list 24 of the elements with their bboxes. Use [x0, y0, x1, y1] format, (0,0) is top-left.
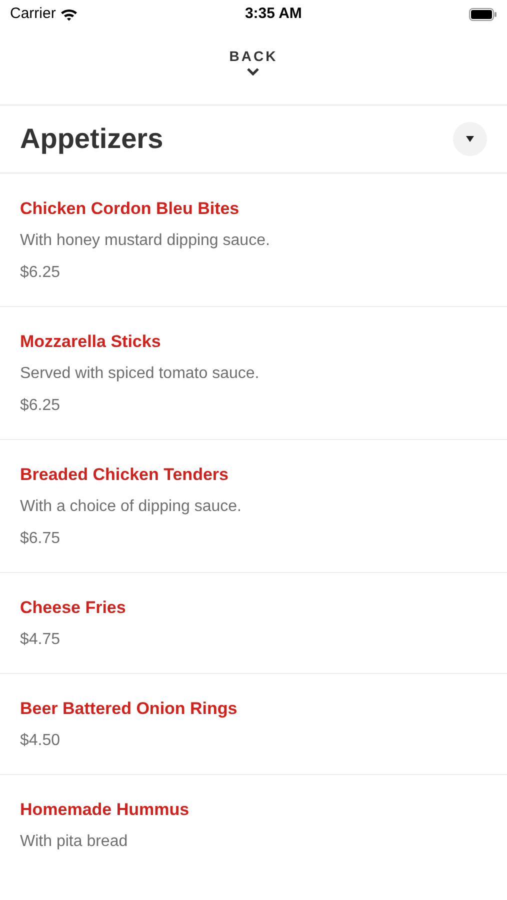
wifi-icon	[60, 8, 78, 20]
item-price: $4.75	[20, 630, 62, 650]
item-name[interactable]: Chicken Cordon Bleu Bites	[20, 198, 487, 220]
item-description: With pita bread	[20, 832, 129, 852]
back-button[interactable]: BACK	[229, 46, 278, 76]
item-description: Served with spiced tomato sauce.	[20, 364, 260, 384]
item-name[interactable]: Homemade Hummus	[20, 799, 487, 821]
item-price: $6.75	[20, 529, 62, 549]
section-title: Appetizers	[20, 122, 164, 156]
triangle-down-icon	[466, 136, 474, 142]
item-name[interactable]: Breaded Chicken Tenders	[20, 464, 487, 486]
item-price: $6.25	[20, 396, 62, 416]
chevron-down-icon	[246, 67, 260, 76]
item-name[interactable]: Mozzarella Sticks	[20, 331, 487, 353]
item-name[interactable]: Beer Battered Onion Rings	[20, 698, 487, 720]
item-description: With honey mustard dipping sauce.	[20, 231, 271, 251]
battery-icon	[469, 8, 497, 20]
item-name[interactable]: Cheese Fries	[20, 597, 487, 619]
item-price: $6.25	[20, 263, 62, 283]
collapse-toggle[interactable]	[453, 122, 487, 156]
item-description: With a choice of dipping sauce.	[20, 497, 242, 517]
carrier-label: Carrier	[10, 4, 56, 24]
status-time: 3:35 AM	[244, 4, 302, 24]
item-price: $4.50	[20, 731, 62, 751]
